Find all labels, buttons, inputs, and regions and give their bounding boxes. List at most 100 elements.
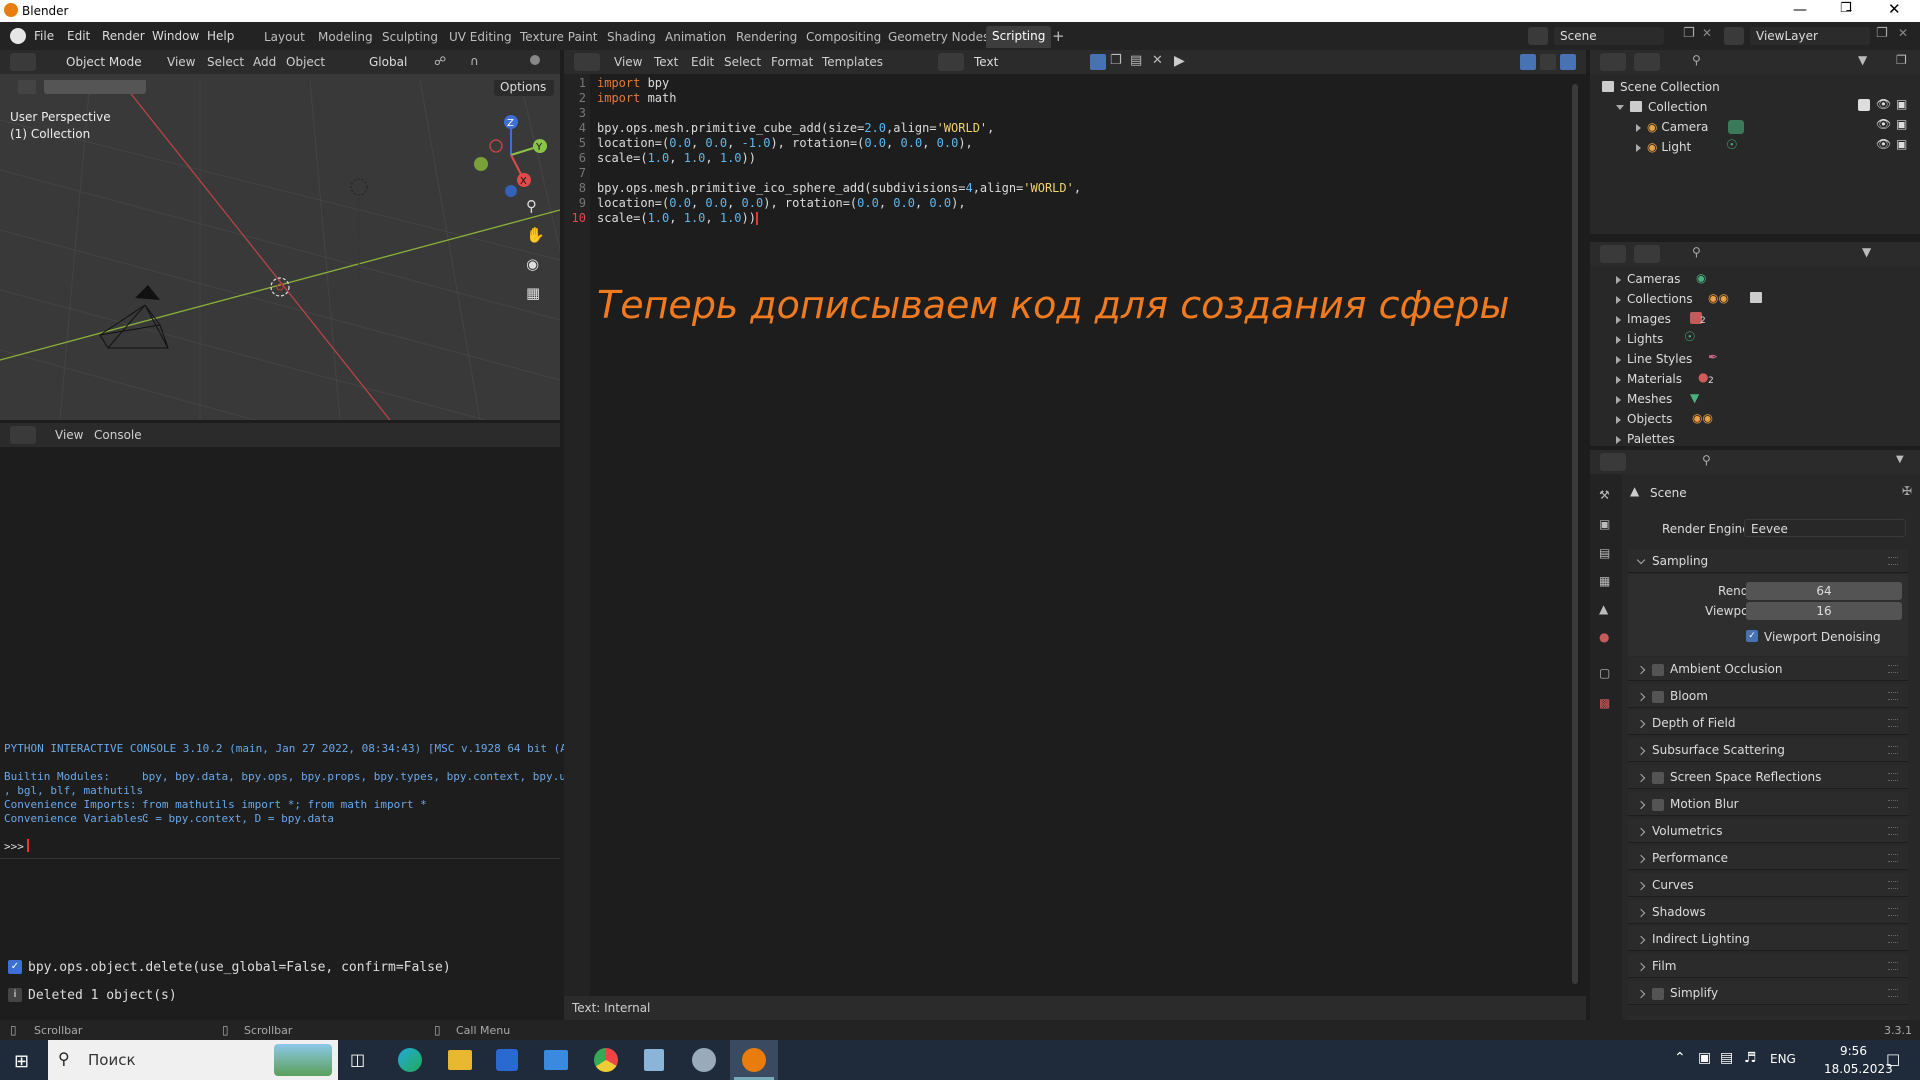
code-line[interactable]: import bpy <box>597 76 669 90</box>
view-layer-icon[interactable] <box>1724 27 1744 45</box>
render-camera-icon[interactable]: ▣ <box>1896 97 1907 111</box>
console-menu-console[interactable]: Console <box>94 428 142 442</box>
minimize-button[interactable]: — <box>1793 2 1807 18</box>
section-enable-checkbox[interactable] <box>1652 663 1664 676</box>
viewport-menu-view[interactable]: View <box>167 55 195 69</box>
data-api-search-input[interactable] <box>1688 245 1798 263</box>
pin-icon[interactable]: ✠ <box>1902 484 1912 498</box>
file-explorer-icon[interactable] <box>448 1050 472 1070</box>
viewport-menu-object[interactable]: Object <box>286 55 325 69</box>
collection-exclude-checkbox[interactable] <box>1858 99 1870 111</box>
section-screen-space-reflections[interactable]: Screen Space Reflections <box>1628 765 1908 789</box>
pivot-icon[interactable]: ☍ <box>434 54 446 68</box>
section-ambient-occlusion[interactable]: Ambient Occlusion <box>1628 657 1908 681</box>
text-menu-format[interactable]: Format <box>771 55 813 69</box>
section-simplify[interactable]: Simplify <box>1628 981 1908 1005</box>
code-line[interactable]: import math <box>597 91 676 105</box>
remove-scene-icon[interactable]: ✕ <box>1702 26 1712 40</box>
snap-icon[interactable]: ∩ <box>470 54 479 68</box>
blender-taskbar-item[interactable] <box>730 1040 778 1080</box>
view-layer-tab-icon[interactable]: ▦ <box>1599 574 1610 588</box>
menu-edit[interactable]: Edit <box>67 29 90 43</box>
restore-icon[interactable]: ❐ <box>1840 1 1852 16</box>
section-enable-checkbox[interactable] <box>1652 690 1664 703</box>
text-editor-type-icon[interactable] <box>574 53 600 71</box>
syntax-highlight-toggle[interactable] <box>1560 54 1576 70</box>
viewport-3d[interactable]: User Perspective (1) Collection Options … <box>0 80 560 420</box>
data-materials[interactable]: Materials <box>1627 372 1682 386</box>
select-tool-icon[interactable] <box>18 80 36 94</box>
tab-scripting[interactable]: Scripting <box>986 26 1052 48</box>
data-objects[interactable]: Objects <box>1627 412 1672 426</box>
code-line[interactable]: location=(0.0, 0.0, 0.0), rotation=(0.0,… <box>597 196 966 210</box>
console-menu-view[interactable]: View <box>55 428 83 442</box>
code-line[interactable]: bpy.ops.mesh.primitive_ico_sphere_add(su… <box>597 181 1081 195</box>
section-sampling[interactable]: Sampling <box>1628 549 1908 573</box>
tab-modeling[interactable]: Modeling <box>318 30 373 44</box>
text-menu-view[interactable]: View <box>614 55 642 69</box>
outliner-light[interactable]: Light <box>1661 140 1691 154</box>
tab-rendering[interactable]: Rendering <box>736 30 797 44</box>
data-api-list[interactable]: Cameras ◉ Collections ◉◉ Images 2 Lights… <box>1590 266 1920 446</box>
fake-user-icon[interactable] <box>1090 54 1106 70</box>
unlink-text-icon[interactable]: ✕ <box>1152 53 1163 68</box>
camera-data-icon[interactable] <box>1728 120 1744 134</box>
section-volumetrics[interactable]: Volumetrics <box>1628 819 1908 843</box>
section-enable-checkbox[interactable] <box>1652 987 1664 1000</box>
text-menu-edit[interactable]: Edit <box>691 55 714 69</box>
menu-file[interactable]: File <box>34 29 54 43</box>
text-name-field[interactable]: Text <box>968 53 1084 71</box>
chevron-down-icon[interactable]: ▼ <box>1896 454 1904 465</box>
text-menu-templates[interactable]: Templates <box>822 55 883 69</box>
tab-uv-editing[interactable]: UV Editing <box>449 30 512 44</box>
properties-search-input[interactable] <box>1698 453 1808 471</box>
viewport-samples-field[interactable]: 16 <box>1746 602 1902 620</box>
visibility-eye-icon[interactable]: 👁 <box>1876 97 1891 111</box>
editor-type-icon[interactable] <box>10 53 36 71</box>
orientation-selector[interactable]: Global <box>347 53 427 71</box>
new-view-layer-icon[interactable]: ❐ <box>1876 26 1888 41</box>
section-performance[interactable]: Performance <box>1628 846 1908 870</box>
proportional-edit-icon[interactable] <box>530 55 540 65</box>
pan-hand-icon[interactable]: ✋ <box>526 226 545 244</box>
viewport-menu-select[interactable]: Select <box>207 55 244 69</box>
section-shadows[interactable]: Shadows <box>1628 900 1908 924</box>
data-api-editor-type-icon[interactable] <box>1600 245 1626 263</box>
mode-selector[interactable]: Object Mode <box>46 53 154 71</box>
text-menu-select[interactable]: Select <box>724 55 761 69</box>
render-engine-select[interactable]: Eevee <box>1744 519 1906 537</box>
clock-date[interactable]: 18.05.2023 <box>1824 1062 1893 1076</box>
clock-time[interactable]: 9:56 <box>1840 1044 1867 1058</box>
notepad-icon[interactable] <box>644 1049 664 1071</box>
viewport-denoising-checkbox[interactable]: ✓ <box>1746 630 1758 642</box>
volume-icon[interactable]: ♬ <box>1744 1050 1757 1066</box>
tab-layout[interactable]: Layout <box>264 30 305 44</box>
windows-start-icon[interactable]: ⊞ <box>14 1051 29 1072</box>
properties-editor-type-icon[interactable] <box>1600 453 1626 471</box>
data-lights[interactable]: Lights <box>1627 332 1663 346</box>
display-mode-icon[interactable] <box>1634 53 1660 71</box>
outliner-editor-type-icon[interactable] <box>1600 53 1626 71</box>
data-palettes[interactable]: Palettes <box>1627 432 1675 446</box>
taskbar-search-box[interactable]: ⚲ Поиск <box>48 1040 338 1080</box>
collection-tab-icon[interactable]: ▢ <box>1599 666 1610 680</box>
console-editor-type-icon[interactable] <box>10 426 36 444</box>
network-icon[interactable]: ▤ <box>1720 1050 1733 1066</box>
render-samples-field[interactable]: 64 <box>1746 582 1902 600</box>
tab-geometry-nodes[interactable]: Geometry Nodes <box>888 30 989 44</box>
remove-view-layer-icon[interactable]: ✕ <box>1898 26 1908 40</box>
filter-icon[interactable]: ▼ <box>1862 245 1871 259</box>
tray-chevron-icon[interactable]: ⌃ <box>1674 1050 1686 1066</box>
camera-view-icon[interactable]: ◉ <box>526 255 539 273</box>
data-meshes[interactable]: Meshes <box>1627 392 1672 406</box>
tool-tab-icon[interactable]: ⚒ <box>1599 488 1610 502</box>
visibility-eye-icon[interactable]: 👁 <box>1876 137 1891 151</box>
code-line[interactable]: scale=(1.0, 1.0, 1.0)) <box>597 151 756 165</box>
outliner[interactable]: Scene Collection Collection ◉ Camera ◉ L… <box>1590 74 1920 234</box>
viewport-menu-add[interactable]: Add <box>253 55 276 69</box>
render-camera-icon[interactable]: ▣ <box>1896 137 1907 151</box>
output-tab-icon[interactable]: ▤ <box>1599 546 1610 560</box>
outliner-search-input[interactable] <box>1688 53 1798 71</box>
text-menu-text[interactable]: Text <box>654 55 678 69</box>
section-depth-of-field[interactable]: Depth of Field <box>1628 711 1908 735</box>
